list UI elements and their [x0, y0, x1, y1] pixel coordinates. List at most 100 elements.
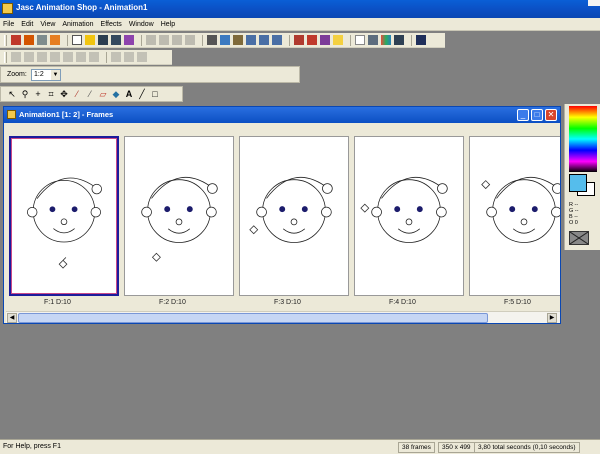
toolbar-separator [202, 34, 203, 46]
status-image-size: 350 x 499 [438, 442, 475, 453]
delete-frames-icon[interactable] [307, 35, 317, 45]
palette-icon[interactable] [381, 35, 391, 45]
menu-view[interactable]: View [40, 21, 55, 28]
film-strip-icon[interactable] [394, 35, 404, 45]
paste-after-icon[interactable] [259, 35, 269, 45]
frame-thumbnail-2[interactable] [124, 136, 234, 296]
toolbar-grip[interactable] [4, 51, 7, 63]
scroll-left-icon[interactable]: ◀ [7, 313, 17, 323]
redo-dropdown-icon[interactable] [185, 35, 195, 45]
paste-icon[interactable] [233, 35, 243, 45]
scroll-right-icon[interactable]: ▶ [547, 313, 557, 323]
vcr-controls-icon[interactable] [368, 35, 378, 45]
dropper-tool-icon[interactable]: + [33, 89, 43, 100]
frame-strip: F:1 D:10 F:2 D:10 F:3 D:10 F:4 D:10 F:5 … [6, 136, 560, 312]
app-titlebar[interactable]: Jasc Animation Shop - Animation1 [0, 0, 600, 18]
mover-tool-icon[interactable]: ✥ [59, 89, 69, 100]
system-tray-fragment [588, 0, 600, 6]
horizontal-scrollbar[interactable]: ◀ ▶ [6, 311, 560, 323]
frame-label-4: F:4 D:10 [389, 299, 416, 306]
toolbar-separator [106, 51, 107, 63]
line-tool-icon[interactable]: ╱ [137, 89, 147, 100]
flood-fill-icon[interactable]: ◆ [111, 89, 121, 100]
zoom-select[interactable]: 1:2 ▼ [31, 69, 61, 81]
scrollbar-thumb[interactable] [18, 313, 488, 323]
frames-window-titlebar[interactable]: Animation1 [1: 2] - Frames _ □ ✕ [4, 107, 560, 123]
cut-icon[interactable] [207, 35, 217, 45]
menu-help[interactable]: Help [161, 21, 175, 28]
menu-edit[interactable]: Edit [21, 21, 33, 28]
menu-window[interactable]: Window [129, 21, 154, 28]
color-palette-panel: R -- G -- B -- O 0 [564, 104, 600, 250]
last-frame-icon[interactable] [89, 52, 99, 62]
arrow-tool-icon[interactable]: ↖ [7, 89, 17, 100]
eraser-tool-icon[interactable]: ▱ [98, 89, 108, 100]
open-folder-icon[interactable] [85, 35, 95, 45]
next-frame-icon[interactable] [76, 52, 86, 62]
frame-4-drawing [360, 176, 448, 243]
clone-brush-icon[interactable]: ⁄ [85, 89, 95, 100]
menubar: File Edit View Animation Effects Window … [0, 18, 600, 31]
zoom-tool-icon[interactable]: ⚲ [20, 89, 30, 100]
color-spectrum[interactable] [569, 106, 597, 172]
stop-icon[interactable] [50, 52, 60, 62]
frame-label-5: F:5 D:10 [504, 299, 531, 306]
paste-into-icon[interactable] [272, 35, 282, 45]
loop-icon[interactable] [137, 52, 147, 62]
play-icon[interactable] [63, 52, 73, 62]
save-disk-icon[interactable] [98, 35, 108, 45]
rgb-o: O 0 [569, 220, 578, 226]
previous-frame-icon[interactable] [24, 52, 34, 62]
document-icon [7, 110, 16, 119]
frame-label-3: F:3 D:10 [274, 299, 301, 306]
zoom-label: Zoom: [7, 71, 27, 78]
redo-icon[interactable] [172, 35, 182, 45]
undo-dropdown-icon[interactable] [159, 35, 169, 45]
paste-before-icon[interactable] [246, 35, 256, 45]
frames-window: Animation1 [1: 2] - Frames _ □ ✕ F:1 D:1… [3, 106, 561, 324]
menu-animation[interactable]: Animation [62, 21, 93, 28]
optimization-wizard-icon[interactable] [37, 35, 47, 45]
copy-icon[interactable] [220, 35, 230, 45]
frame-thumbnail-5[interactable] [469, 136, 560, 296]
minimize-button[interactable]: _ [517, 109, 529, 121]
text-tool-icon[interactable]: A [124, 89, 134, 100]
toolbar-grip[interactable] [4, 34, 7, 46]
new-file-icon[interactable] [72, 35, 82, 45]
frame-thumbnail-4[interactable] [354, 136, 464, 296]
step-forward-icon[interactable] [124, 52, 134, 62]
chevron-down-icon[interactable]: ▼ [51, 70, 60, 80]
frame-thumbnail-3[interactable] [239, 136, 349, 296]
close-button[interactable]: ✕ [545, 109, 557, 121]
zoom-toolbar: Zoom: 1:2 ▼ [0, 66, 300, 83]
print-icon[interactable] [124, 35, 134, 45]
context-help-icon[interactable] [416, 35, 426, 45]
app-icon [2, 3, 13, 14]
rewind-icon[interactable] [37, 52, 47, 62]
menu-effects[interactable]: Effects [101, 21, 122, 28]
crop-tool-icon[interactable]: ⌗ [46, 89, 56, 100]
maximize-button[interactable]: □ [531, 109, 543, 121]
frames-window-title: Animation1 [1: 2] - Frames [19, 110, 114, 119]
tool-palette: ↖ ⚲ + ⌗ ✥ ⁄ ⁄ ▱ ◆ A ╱ □ [0, 86, 183, 102]
frame-thumbnail-1[interactable] [9, 136, 119, 296]
insert-text-effect-icon[interactable] [333, 35, 343, 45]
insert-image-effect-icon[interactable] [320, 35, 330, 45]
frame-label-1: F:1 D:10 [44, 299, 71, 306]
foreground-color-swatch[interactable] [569, 174, 587, 192]
shape-tool-icon[interactable]: □ [150, 89, 160, 100]
step-back-icon[interactable] [111, 52, 121, 62]
menu-file[interactable]: File [3, 21, 14, 28]
animation-wizard-icon[interactable] [11, 35, 21, 45]
frame-properties-icon[interactable] [294, 35, 304, 45]
frame-5-drawing [481, 176, 560, 243]
transparent-swatch[interactable] [569, 231, 589, 245]
view-animation-icon[interactable] [355, 35, 365, 45]
browse-icon[interactable] [111, 35, 121, 45]
paintbrush-tool-icon[interactable]: ⁄ [72, 89, 82, 100]
undo-icon[interactable] [146, 35, 156, 45]
paint-shop-icon[interactable] [50, 35, 60, 45]
main-toolbar [0, 33, 445, 48]
banner-wizard-icon[interactable] [24, 35, 34, 45]
first-frame-icon[interactable] [11, 52, 21, 62]
